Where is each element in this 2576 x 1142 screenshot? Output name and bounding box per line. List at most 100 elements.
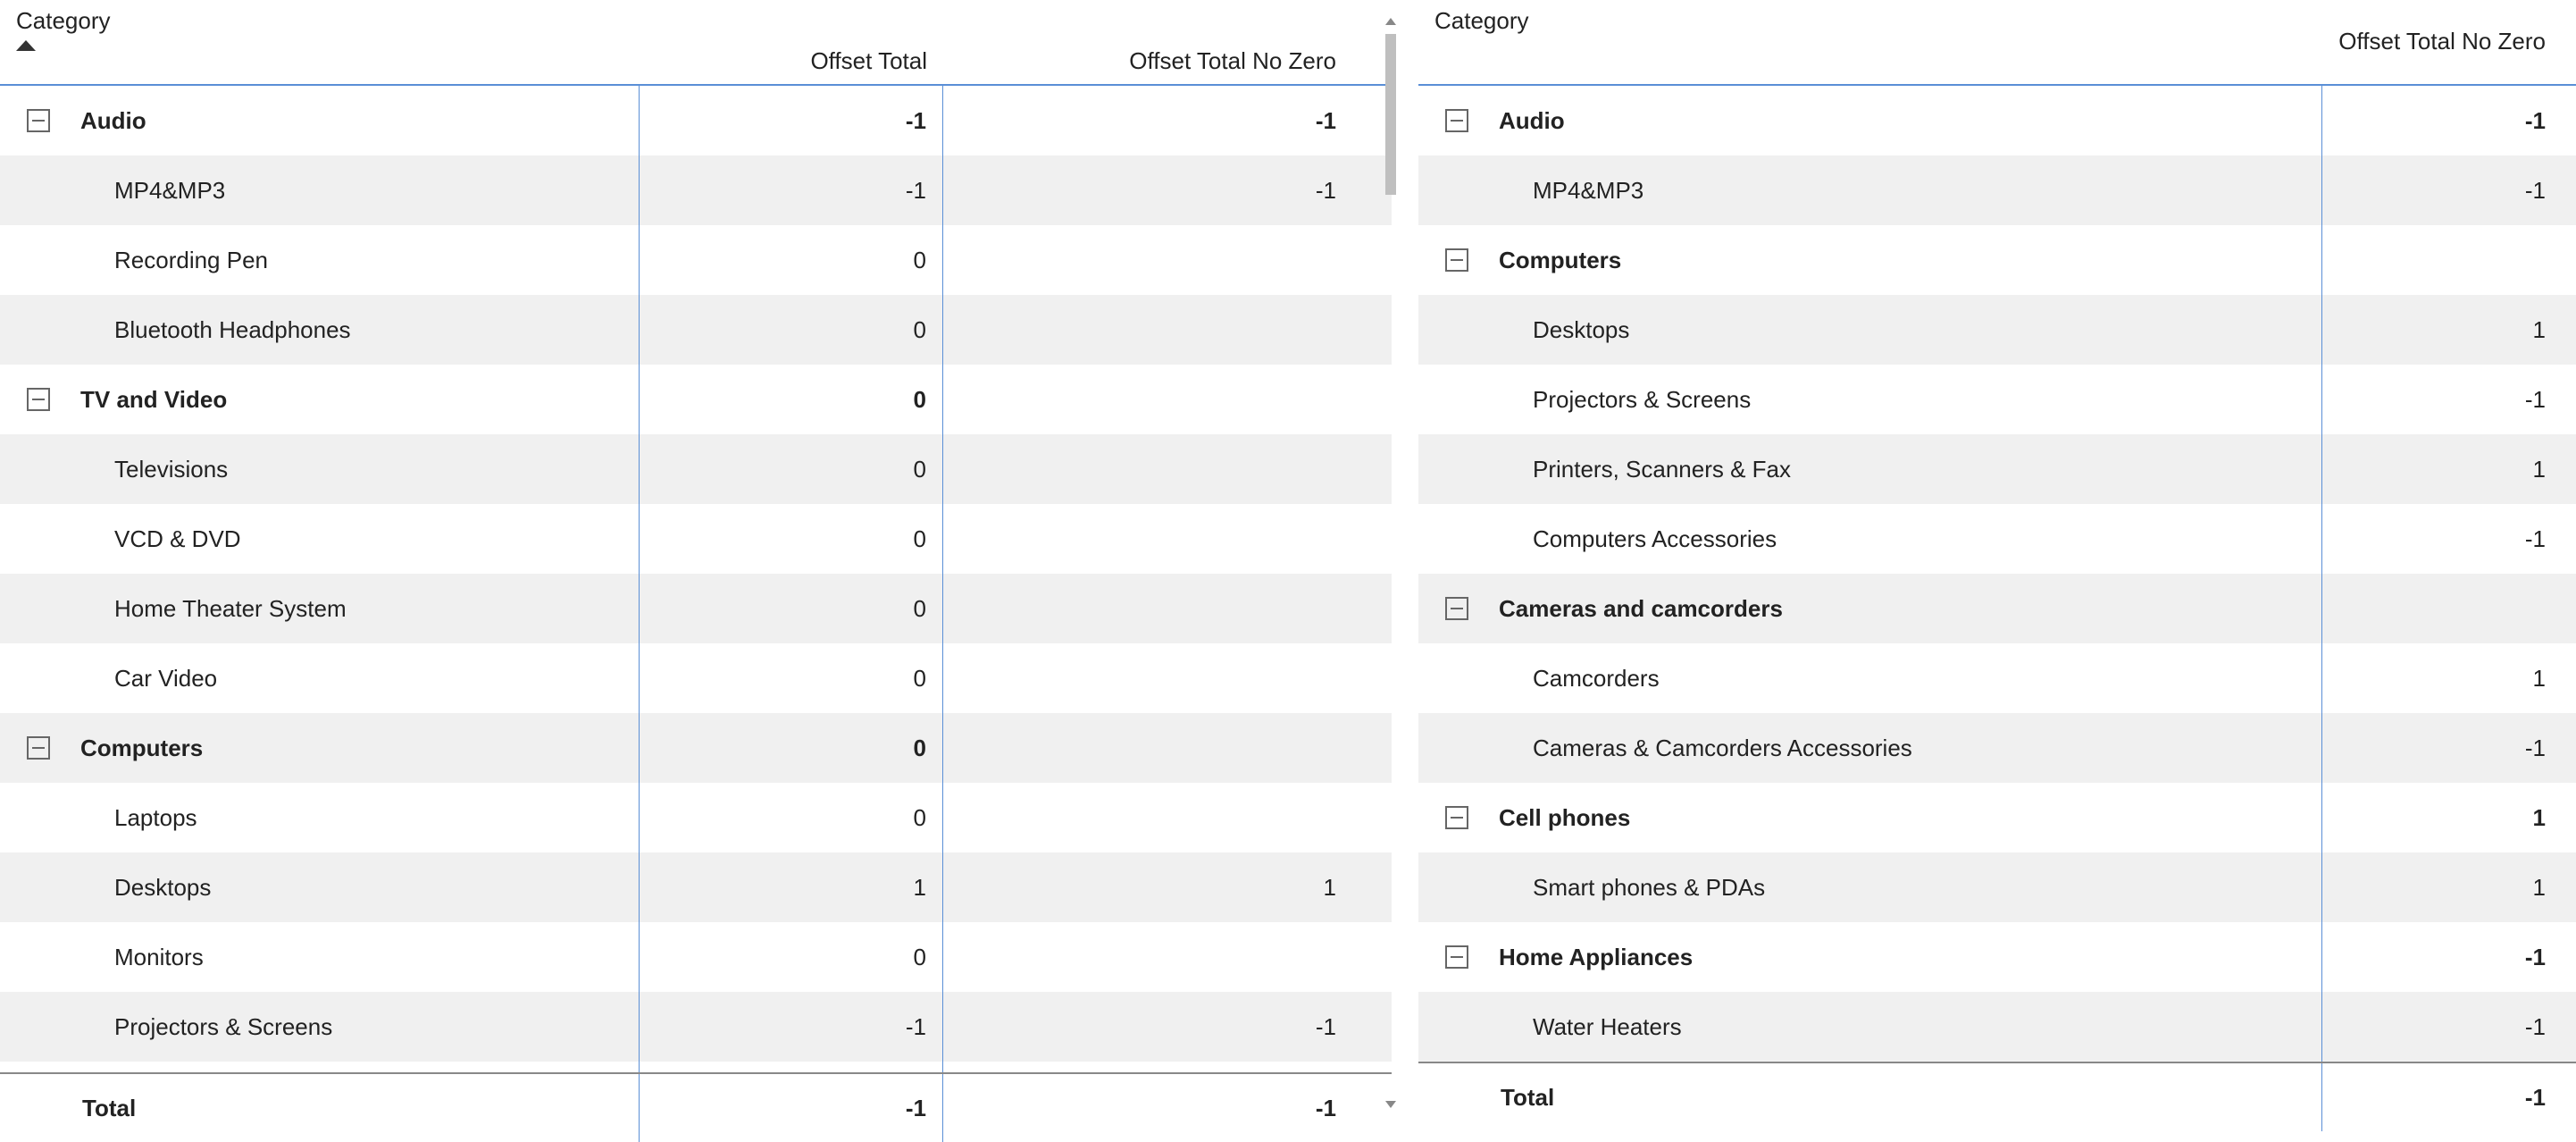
row-label: Cell phones (1485, 804, 1630, 832)
cell-offset-total: -1 (640, 155, 943, 225)
row-label: Audio (1485, 107, 1565, 135)
cell-offset-total-no-zero: -1 (2322, 713, 2572, 783)
group-row[interactable]: Audio -1 (1418, 86, 2576, 155)
table-row[interactable]: Televisions0 (0, 434, 1392, 504)
cell-offset-total: 0 (640, 225, 943, 295)
cell-offset-total-no-zero (943, 922, 1363, 992)
cell-offset-total-no-zero: -1 (943, 86, 1363, 155)
table-row[interactable]: Bluetooth Headphones0 (0, 295, 1392, 365)
table-row[interactable]: Cameras & Camcorders Accessories -1 (1418, 713, 2576, 783)
cell-offset-total-no-zero (943, 295, 1363, 365)
table-row[interactable]: Water Heaters-1 (1418, 992, 2576, 1062)
cell-offset-total: 1 (640, 852, 943, 922)
cell-offset-total: 0 (640, 922, 943, 992)
header-category-label: Category (16, 7, 111, 35)
table-row[interactable]: Printers, Scanners & Fax 1 (1418, 434, 2576, 504)
sort-ascending-icon (16, 40, 36, 51)
row-label: Desktops (1418, 316, 1629, 344)
collapse-icon[interactable] (1445, 109, 1468, 132)
cell-offset-total-no-zero (943, 643, 1363, 713)
cell-offset-total-no-zero: 1 (943, 852, 1363, 922)
collapse-icon[interactable] (1445, 248, 1468, 272)
table-row[interactable]: Laptops 0 (0, 783, 1392, 852)
row-label: Audio (66, 107, 146, 135)
collapse-icon[interactable] (27, 736, 50, 760)
table-row[interactable]: Home Theater System0 (0, 574, 1392, 643)
cell-offset-total-no-zero (943, 434, 1363, 504)
row-label: Computers (66, 735, 203, 762)
row-label: Televisions (0, 456, 228, 483)
group-row[interactable]: Audio -1-1 (0, 86, 1392, 155)
cell-offset-total-no-zero (2322, 574, 2572, 643)
table-row[interactable]: Monitors 0 (0, 922, 1392, 992)
header-offset-total-no-zero[interactable]: Offset Total No Zero (943, 47, 1363, 75)
table-row[interactable]: Smart phones & PDAs1 (1418, 852, 2576, 922)
collapse-icon[interactable] (1445, 945, 1468, 969)
cell-offset-total-no-zero (943, 504, 1363, 574)
table-row[interactable]: Projectors & Screens-1 (1418, 365, 2576, 434)
cell-offset-total-no-zero: -1 (2322, 86, 2572, 155)
row-label: Cameras and camcorders (1485, 595, 1783, 623)
table-row[interactable]: Printers, Scanners &11 (0, 1062, 1392, 1072)
table-row[interactable]: MP4&MP3-1-1 (0, 155, 1392, 225)
row-label: Cameras & Camcorders Accessories (1418, 735, 1912, 762)
matrix-visual-left[interactable]: Category Offset Total Offset Total No Ze… (0, 0, 1392, 1142)
cell-offset-total: 0 (640, 783, 943, 852)
total-row[interactable]: Total -1 (1418, 1062, 2576, 1131)
row-label: Recording Pen (0, 247, 268, 274)
row-label: Monitors (0, 944, 204, 971)
collapse-icon[interactable] (1445, 597, 1468, 620)
cell-offset-total-no-zero: -1 (2322, 922, 2572, 992)
row-label: Camcorders (1418, 665, 1660, 693)
collapse-icon[interactable] (1445, 806, 1468, 829)
group-row[interactable]: Cell phones 1 (1418, 783, 2576, 852)
group-row[interactable]: Computers (1418, 225, 2576, 295)
cell-offset-total: 0 (640, 504, 943, 574)
collapse-icon[interactable] (27, 109, 50, 132)
total-label: Total (0, 1095, 136, 1122)
matrix-visual-right[interactable]: Category Offset Total No Zero Audio-1MP4… (1392, 0, 2576, 1142)
table-row[interactable]: Camcorders 1 (1418, 643, 2576, 713)
cell-offset-total: 0 (640, 713, 943, 783)
cell-offset-total: -1 (640, 86, 943, 155)
total-row-left[interactable]: Total -1 -1 (0, 1072, 1392, 1142)
cell-offset-total-no-zero (943, 225, 1363, 295)
group-row[interactable]: Home Appliances-1 (1418, 922, 2576, 992)
table-row[interactable]: Projectors & Screens-1-1 (0, 992, 1392, 1062)
row-label: VCD & DVD (0, 525, 241, 553)
row-label: MP4&MP3 (0, 177, 225, 205)
table-row[interactable]: Desktops 1 (1418, 295, 2576, 365)
column-headers-right: Category Offset Total No Zero (1418, 0, 2576, 86)
collapse-icon[interactable] (27, 388, 50, 411)
table-row[interactable]: Computers Accessories-1 (1418, 504, 2576, 574)
group-row[interactable]: TV and Video0 (0, 365, 1392, 434)
row-label: Computers Accessories (1418, 525, 1777, 553)
group-row[interactable]: Computers 0 (0, 713, 1392, 783)
table-row[interactable]: Car Video0 (0, 643, 1392, 713)
row-label: Printers, Scanners & Fax (1418, 456, 1791, 483)
row-label: Laptops (0, 804, 197, 832)
table-row[interactable]: Recording Pen 0 (0, 225, 1392, 295)
table-row[interactable]: Desktops11 (0, 852, 1392, 922)
row-label: Total (1418, 1084, 1554, 1112)
cell-offset-total-no-zero: 1 (2322, 434, 2572, 504)
table-row[interactable]: VCD & DVD 0 (0, 504, 1392, 574)
group-row[interactable]: Cameras and camcorders (1418, 574, 2576, 643)
header-offset-total-no-zero-right[interactable]: Offset Total No Zero (2322, 7, 2572, 75)
header-category-right[interactable]: Category (1418, 7, 2322, 75)
table-row[interactable]: MP4&MP3 -1 (1418, 155, 2576, 225)
cell-offset-total-no-zero: 1 (2322, 295, 2572, 365)
row-label: Projectors & Screens (0, 1013, 332, 1041)
cell-offset-total-no-zero: -1 (2322, 155, 2572, 225)
cell-offset-total-no-zero: -1 (2322, 1063, 2572, 1131)
header-category[interactable]: Category (0, 7, 640, 75)
matrix-rows-left: Audio-1-1MP4&MP3-1-1Recording Pen0Blueto… (0, 86, 1392, 1072)
cell-offset-total-no-zero: 1 (2322, 783, 2572, 852)
cell-offset-total-no-zero (2322, 225, 2572, 295)
header-offset-total[interactable]: Offset Total (640, 47, 943, 75)
row-label: MP4&MP3 (1418, 177, 1643, 205)
cell-offset-total-no-zero: 1 (2322, 643, 2572, 713)
cell-offset-total-no-zero: -1 (2322, 992, 2572, 1062)
header-category-label-right: Category (1434, 7, 1529, 35)
cell-offset-total-no-zero (943, 574, 1363, 643)
